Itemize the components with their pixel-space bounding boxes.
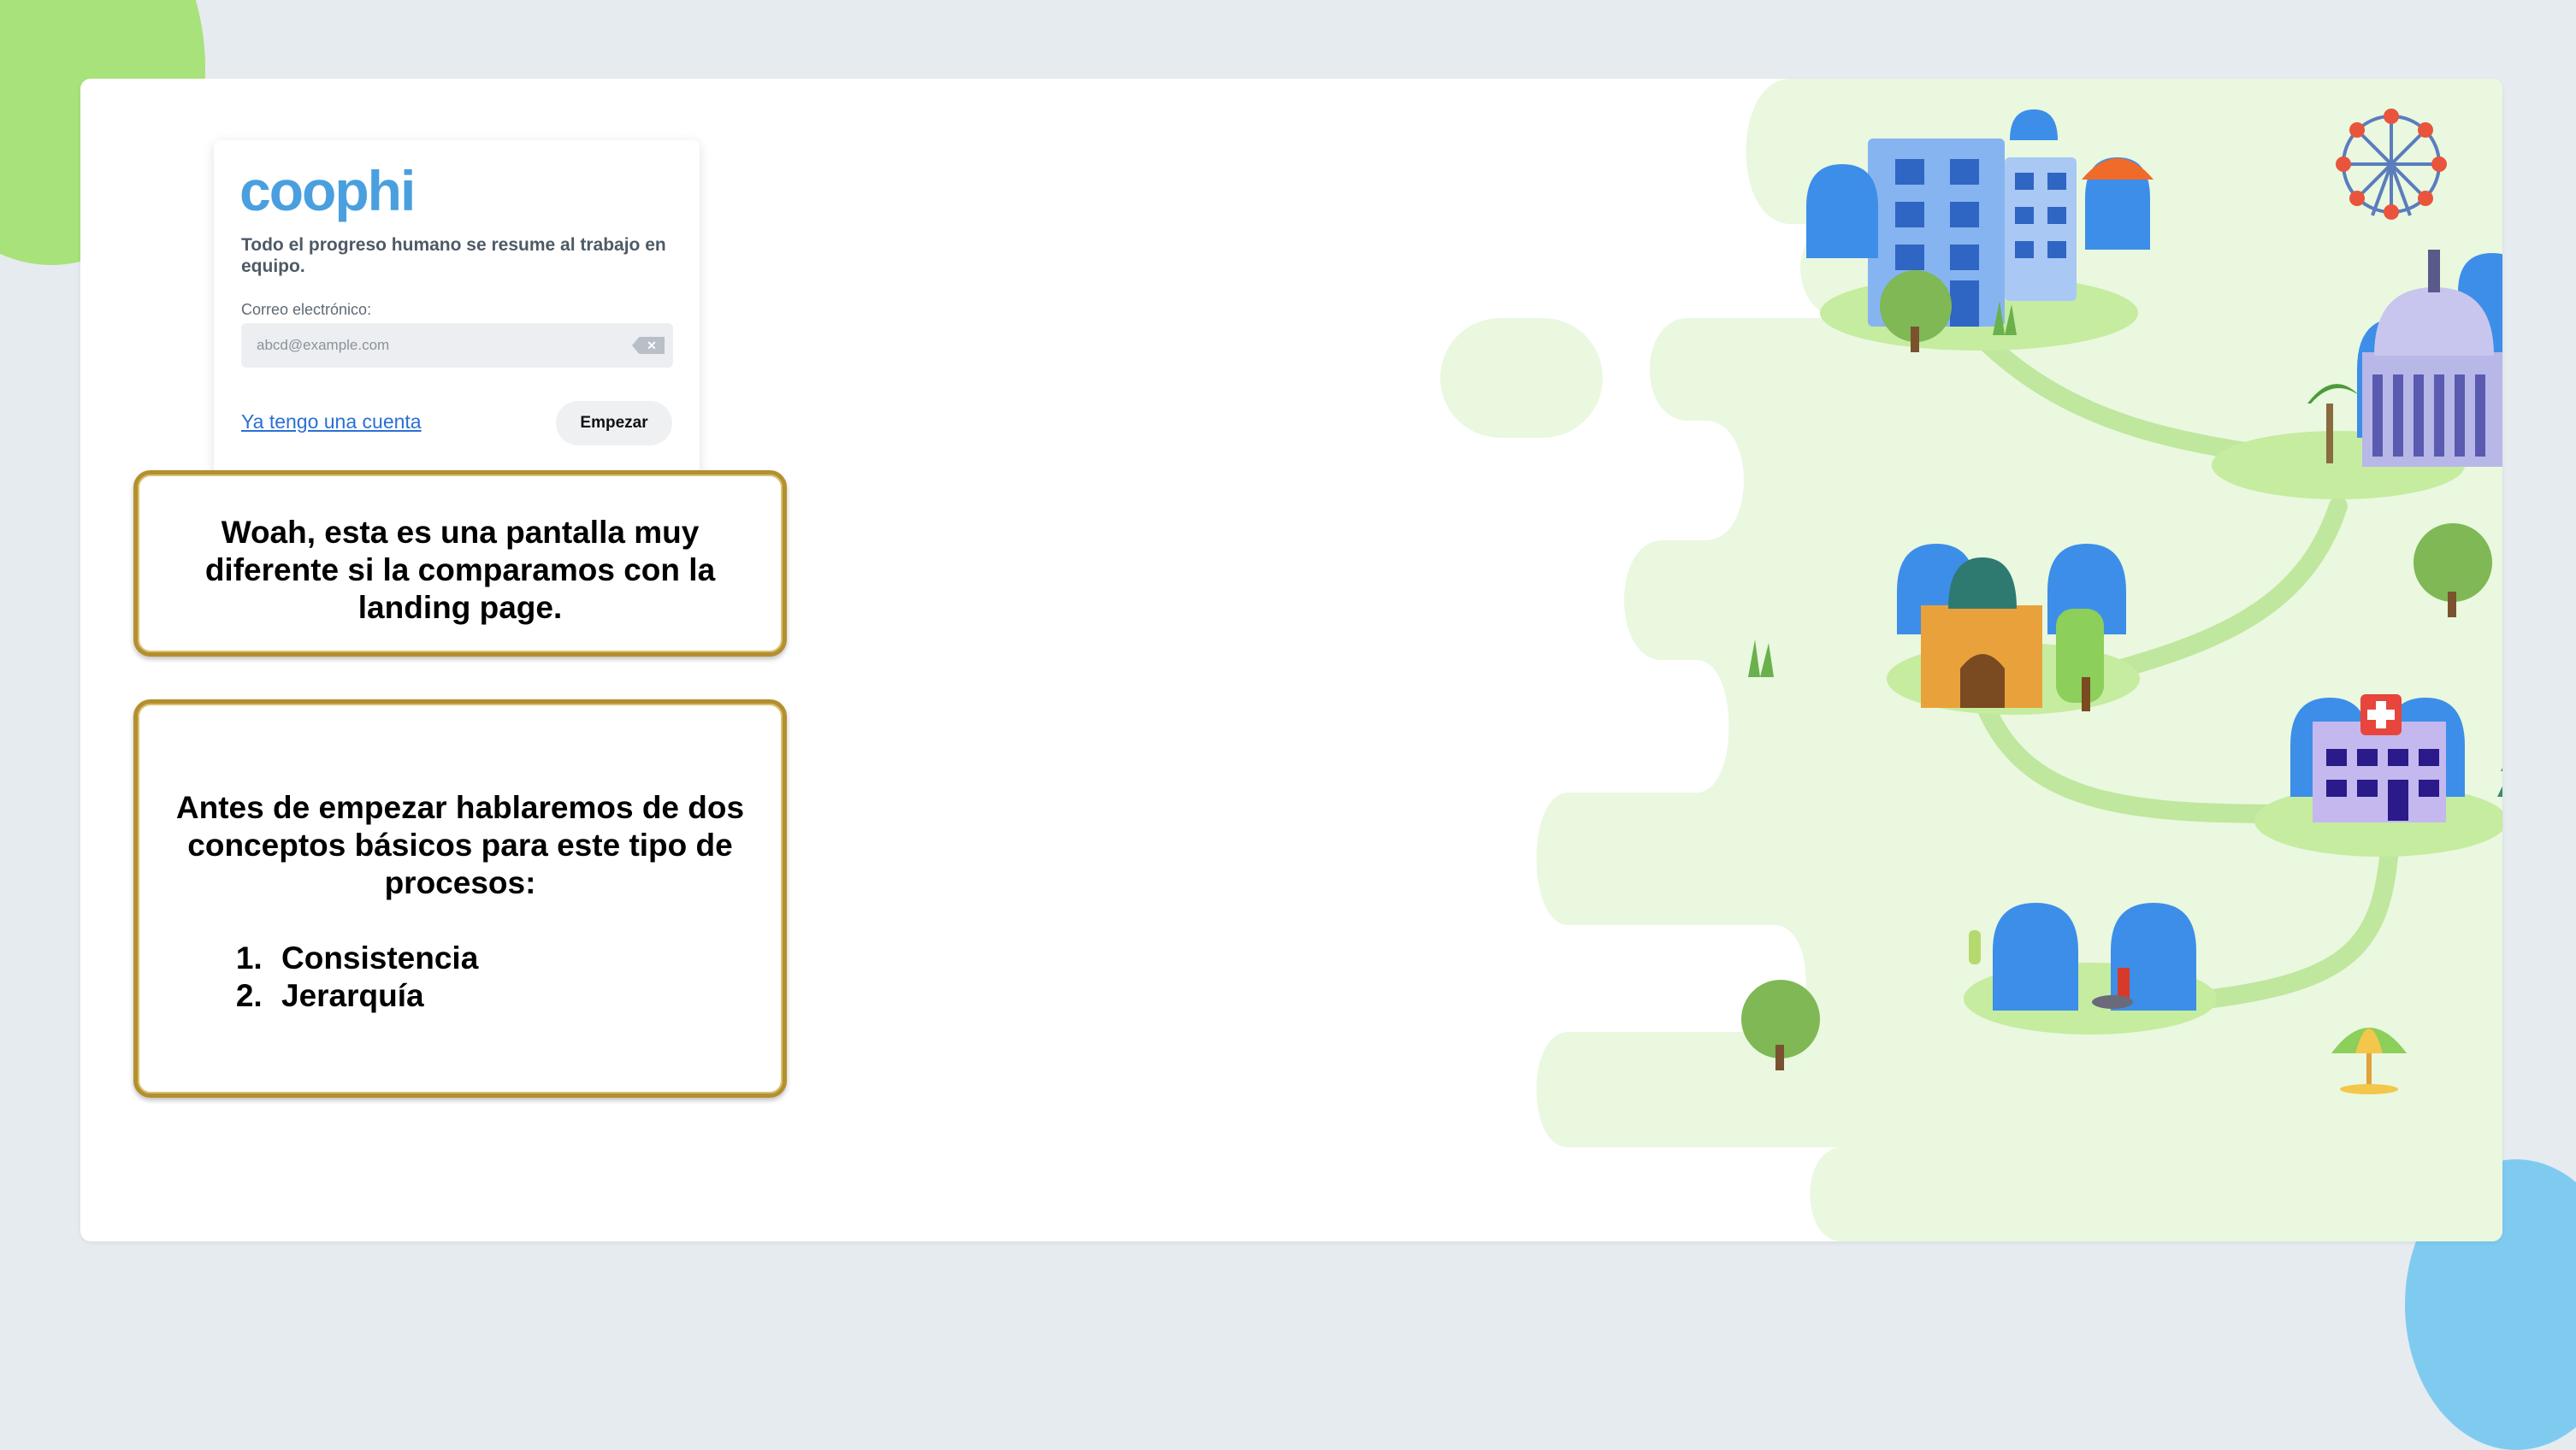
annotation-note-2: Antes de empezar hablaremos de dos conce… (133, 699, 787, 1098)
login-panel: coophi Todo el progreso humano se resume… (214, 140, 700, 475)
email-field: ✕ (241, 323, 673, 368)
login-tagline: Todo el progreso humano se resume al tra… (241, 235, 666, 276)
concepts-list: Consistencia Jerarquía (160, 940, 760, 1015)
email-input[interactable] (241, 323, 633, 368)
email-label: Correo electrónico: (241, 301, 372, 318)
list-item: Consistencia (271, 940, 760, 977)
list-item: Jerarquía (271, 977, 760, 1015)
backspace-icon[interactable]: ✕ (632, 337, 665, 354)
annotation-note-1: Woah, esta es una pantalla muy diferente… (133, 470, 787, 657)
start-button[interactable]: Empezar (556, 401, 672, 445)
note-2-intro: Antes de empezar hablaremos de dos conce… (175, 790, 745, 900)
coophi-logo: coophi (239, 159, 416, 222)
have-account-link[interactable]: Ya tengo una cuenta (241, 410, 422, 433)
note-1-text: Woah, esta es una pantalla muy diferente… (204, 515, 716, 625)
